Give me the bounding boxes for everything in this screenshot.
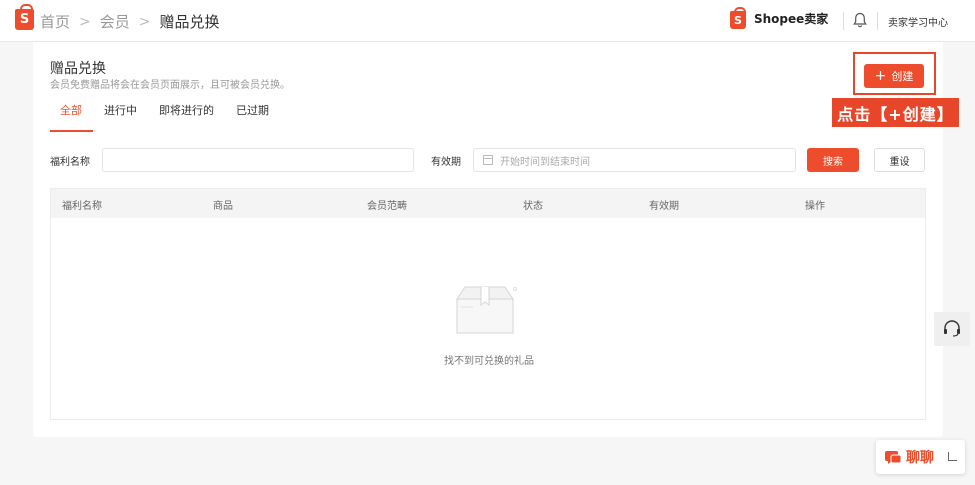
chat-widget[interactable]: 聊聊 [876, 440, 965, 474]
shopee-logo-icon[interactable]: S [15, 4, 34, 30]
breadcrumb-separator: > [79, 13, 91, 30]
empty-box-icon [456, 286, 517, 334]
top-header: S 首页 > 会员 > 赠品兑换 S Shopee卖家 卖家学习中心 [0, 0, 975, 42]
column-header-actions: 操作 [805, 201, 825, 212]
brand-name: Shopee卖家 [754, 11, 829, 26]
plus-icon: + [874, 68, 887, 84]
page-subtitle: 会员免费赠品将会在会员页面展示，且可被会员兑换。 [50, 80, 290, 91]
header-divider [843, 12, 844, 30]
header-divider [877, 12, 878, 30]
column-header-product: 商品 [213, 201, 233, 212]
validity-period-label: 有效期 [431, 157, 461, 168]
status-tabs: 全部 进行中 即将进行的 已过期 [50, 104, 280, 132]
table-header: 福利名称 商品 会员范畴 状态 有效期 操作 [51, 189, 925, 218]
validity-period-placeholder: 开始时间到结束时间 [500, 156, 590, 168]
tab-upcoming[interactable]: 即将进行的 [148, 104, 225, 132]
minimize-icon[interactable] [948, 452, 957, 461]
breadcrumb-member[interactable]: 会员 [100, 11, 130, 32]
bell-icon[interactable] [853, 12, 867, 28]
page-title: 赠品兑换 [50, 61, 106, 77]
validity-period-picker[interactable]: 开始时间到结束时间 [473, 148, 796, 172]
column-header-validity: 有效期 [649, 201, 679, 212]
chat-bubble-icon [885, 451, 902, 464]
customer-support-button[interactable] [934, 312, 970, 346]
tab-all[interactable]: 全部 [50, 104, 93, 132]
empty-state-text: 找不到可兑换的礼品 [444, 356, 534, 367]
gift-table: 福利名称 商品 会员范畴 状态 有效期 操作 找不到可兑换的礼品 [50, 188, 926, 420]
search-button[interactable]: 搜索 [807, 148, 859, 172]
column-header-member-scope: 会员范畴 [367, 201, 407, 212]
breadcrumb: 首页 > 会员 > 赠品兑换 [40, 11, 220, 32]
create-button[interactable]: + 创建 [864, 64, 924, 88]
benefit-name-label: 福利名称 [50, 157, 90, 168]
gift-redemption-card: 赠品兑换 会员免费赠品将会在会员页面展示，且可被会员兑换。 + 创建 点击【+创… [33, 42, 959, 437]
breadcrumb-separator: > [138, 13, 151, 30]
calendar-icon [483, 155, 493, 165]
breadcrumb-current: 赠品兑换 [159, 13, 220, 31]
tab-ongoing[interactable]: 进行中 [93, 104, 148, 132]
shopee-logo-icon: S [730, 7, 746, 29]
seller-learning-center-link[interactable]: 卖家学习中心 [888, 14, 948, 29]
breadcrumb-home[interactable]: 首页 [40, 11, 70, 32]
create-button-label: 创建 [891, 70, 914, 83]
annotation-callout: 点击【+创建】 [832, 98, 959, 127]
reset-button[interactable]: 重设 [874, 148, 925, 172]
chat-label: 聊聊 [906, 450, 934, 466]
tab-expired[interactable]: 已过期 [225, 104, 280, 132]
headset-icon [944, 320, 960, 337]
column-header-status: 状态 [523, 201, 543, 212]
benefit-name-input[interactable] [102, 148, 414, 172]
column-header-benefit-name: 福利名称 [62, 201, 102, 212]
shopee-seller-brand[interactable]: S Shopee卖家 [730, 7, 829, 29]
